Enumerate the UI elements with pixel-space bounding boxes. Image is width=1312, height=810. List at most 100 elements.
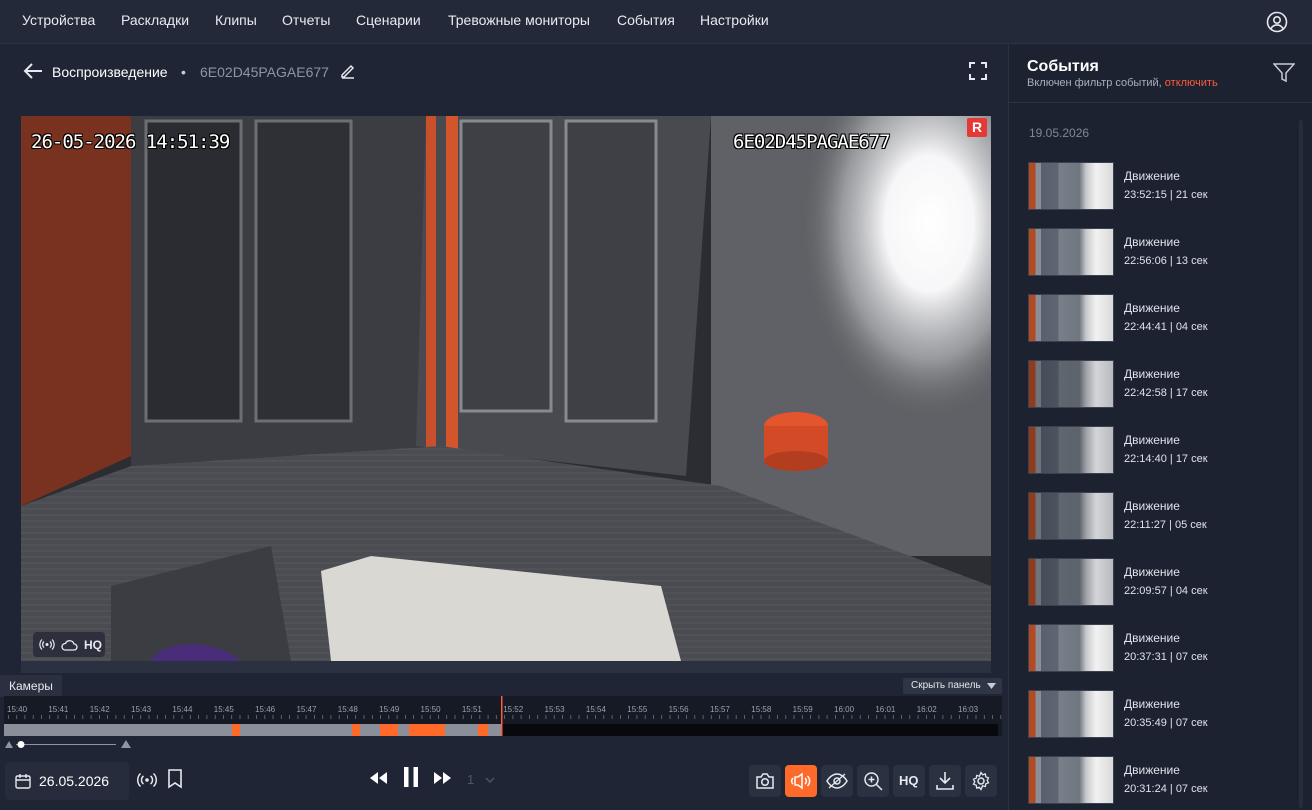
timeline-minor-tick	[777, 715, 778, 719]
event-thumbnail	[1028, 162, 1114, 210]
timeline-zoom-slider[interactable]	[4, 738, 134, 752]
back-arrow-icon[interactable]	[23, 62, 43, 80]
filter-icon[interactable]	[1272, 63, 1296, 85]
timeline-minor-tick	[520, 715, 522, 719]
nav-layouts[interactable]: Раскладки	[121, 12, 189, 28]
speed-select[interactable]: 1	[462, 765, 502, 795]
top-navigation: Устройства Раскладки Клипы Отчеты Сценар…	[0, 0, 1312, 44]
timeline-minor-tick	[677, 715, 679, 719]
timeline-minor-tick	[239, 715, 241, 719]
tab-cameras[interactable]: Камеры	[0, 675, 62, 697]
timeline-minor-tick	[107, 715, 108, 719]
event-item[interactable]: Движение 22:44:41 | 04 сек	[1028, 294, 1288, 346]
edit-pencil-icon[interactable]	[339, 62, 357, 80]
timeline-minor-tick	[429, 715, 431, 719]
motion-eye-icon	[826, 773, 848, 789]
event-date-group: 19.05.2026	[1029, 126, 1090, 140]
timeline-minor-tick	[967, 715, 969, 719]
timeline-minor-tick	[223, 715, 224, 719]
quality-toggle-button[interactable]: HQ	[893, 765, 925, 797]
timeline-minor-tick	[744, 715, 745, 719]
snapshot-button[interactable]	[749, 765, 781, 797]
timeline-minor-tick	[322, 715, 324, 719]
nav-scenarios[interactable]: Сценарии	[356, 12, 421, 28]
timeline-minor-tick	[32, 715, 34, 719]
bookmark-icon[interactable]	[166, 768, 198, 800]
pause-icon[interactable]	[402, 766, 434, 798]
event-item[interactable]: Движение 20:35:49 | 07 сек	[1028, 690, 1288, 742]
nav-events[interactable]: События	[617, 12, 675, 28]
event-item[interactable]: Движение 22:09:57 | 04 сек	[1028, 558, 1288, 610]
live-broadcast-icon[interactable]	[136, 769, 168, 801]
event-item[interactable]: Движение 20:37:31 | 07 сек	[1028, 624, 1288, 676]
timeline-minor-tick	[446, 715, 448, 719]
timeline-minor-tick	[189, 715, 191, 719]
nav-reports[interactable]: Отчеты	[282, 12, 330, 28]
timeline-minor-tick	[132, 715, 133, 719]
hide-panel-button[interactable]: Скрыть панель	[903, 678, 1002, 694]
timeline-minor-tick	[305, 715, 307, 719]
timeline-minor-tick	[24, 715, 26, 719]
event-item[interactable]: Движение 23:52:15 | 21 сек	[1028, 162, 1288, 214]
timeline-minor-tick	[115, 715, 117, 719]
timeline-minor-tick	[231, 715, 233, 719]
timeline-minor-tick	[578, 715, 580, 719]
event-type: Движение	[1124, 367, 1180, 381]
fullscreen-icon[interactable]	[968, 61, 988, 81]
nav-alarm-monitors[interactable]: Тревожные мониторы	[448, 12, 590, 28]
settings-button[interactable]	[965, 765, 997, 797]
timeline-minor-tick	[380, 715, 381, 719]
timeline-minor-tick	[628, 715, 629, 719]
event-time: 22:42:58 | 17 сек	[1124, 387, 1208, 399]
events-scrollbar[interactable]	[1299, 120, 1303, 808]
event-duration: 07 сек	[1175, 783, 1208, 795]
timeline-minor-tick	[462, 715, 464, 719]
event-item[interactable]: Движение 22:14:40 | 17 сек	[1028, 426, 1288, 478]
download-button[interactable]	[929, 765, 961, 797]
event-thumbnail	[1028, 426, 1114, 474]
timeline-minor-tick	[926, 715, 927, 719]
timeline-minor-tick	[876, 715, 878, 719]
timeline-minor-tick	[198, 715, 199, 719]
fast-forward-icon[interactable]	[433, 770, 465, 802]
audio-button[interactable]	[785, 765, 817, 797]
timeline-minor-tick	[49, 715, 51, 719]
event-time-separator: |	[1166, 519, 1175, 531]
event-timestamp: 20:35:49	[1124, 717, 1167, 729]
event-time-separator: |	[1166, 387, 1176, 399]
timeline-minor-tick	[901, 715, 902, 719]
rewind-icon[interactable]	[368, 770, 400, 802]
date-picker[interactable]: 26.05.2026	[5, 762, 129, 800]
timeline[interactable]: 15:40 15:41 15:42 15:43 15:44 15:45 15:46 15:47…	[4, 696, 1002, 736]
timeline-minor-tick	[537, 715, 539, 719]
disable-filter-link[interactable]: отключить	[1165, 77, 1218, 89]
osd-datetime: 26-05-2026 14:51:39	[31, 131, 230, 153]
event-time: 22:09:57 | 04 сек	[1124, 585, 1208, 597]
event-time-separator: |	[1166, 453, 1176, 465]
event-item[interactable]: Движение 20:31:24 | 07 сек	[1028, 756, 1288, 808]
event-duration: 13 сек	[1175, 255, 1208, 267]
event-item[interactable]: Движение 22:42:58 | 17 сек	[1028, 360, 1288, 412]
timeline-minor-tick	[843, 715, 845, 719]
video-player[interactable]: 26-05-2026 14:51:39 6E02D45PAGAE677 R HQ	[21, 116, 991, 661]
user-account-icon[interactable]	[1266, 11, 1288, 33]
event-item[interactable]: Движение 22:11:27 | 05 сек	[1028, 492, 1288, 544]
timeline-minor-tick	[355, 715, 357, 719]
event-type: Движение	[1124, 763, 1180, 777]
motion-detection-button[interactable]	[821, 765, 853, 797]
event-time: 22:56:06 | 13 сек	[1124, 255, 1208, 267]
event-item[interactable]: Движение 22:56:06 | 13 сек	[1028, 228, 1288, 280]
nav-devices[interactable]: Устройства	[22, 12, 95, 28]
nav-settings[interactable]: Настройки	[700, 12, 769, 28]
chevron-down-icon	[987, 683, 996, 689]
nav-clips[interactable]: Клипы	[215, 12, 257, 28]
event-duration: 21 сек	[1175, 189, 1208, 201]
event-timestamp: 20:31:24	[1124, 783, 1167, 795]
digital-zoom-button[interactable]	[857, 765, 889, 797]
timeline-minor-tick	[1000, 715, 1002, 719]
timeline-minor-tick	[123, 715, 125, 719]
camera-frame-image	[21, 116, 991, 661]
timeline-minor-tick	[512, 715, 514, 719]
stream-status-badge: HQ	[33, 632, 105, 657]
timeline-minor-tick	[99, 715, 100, 719]
